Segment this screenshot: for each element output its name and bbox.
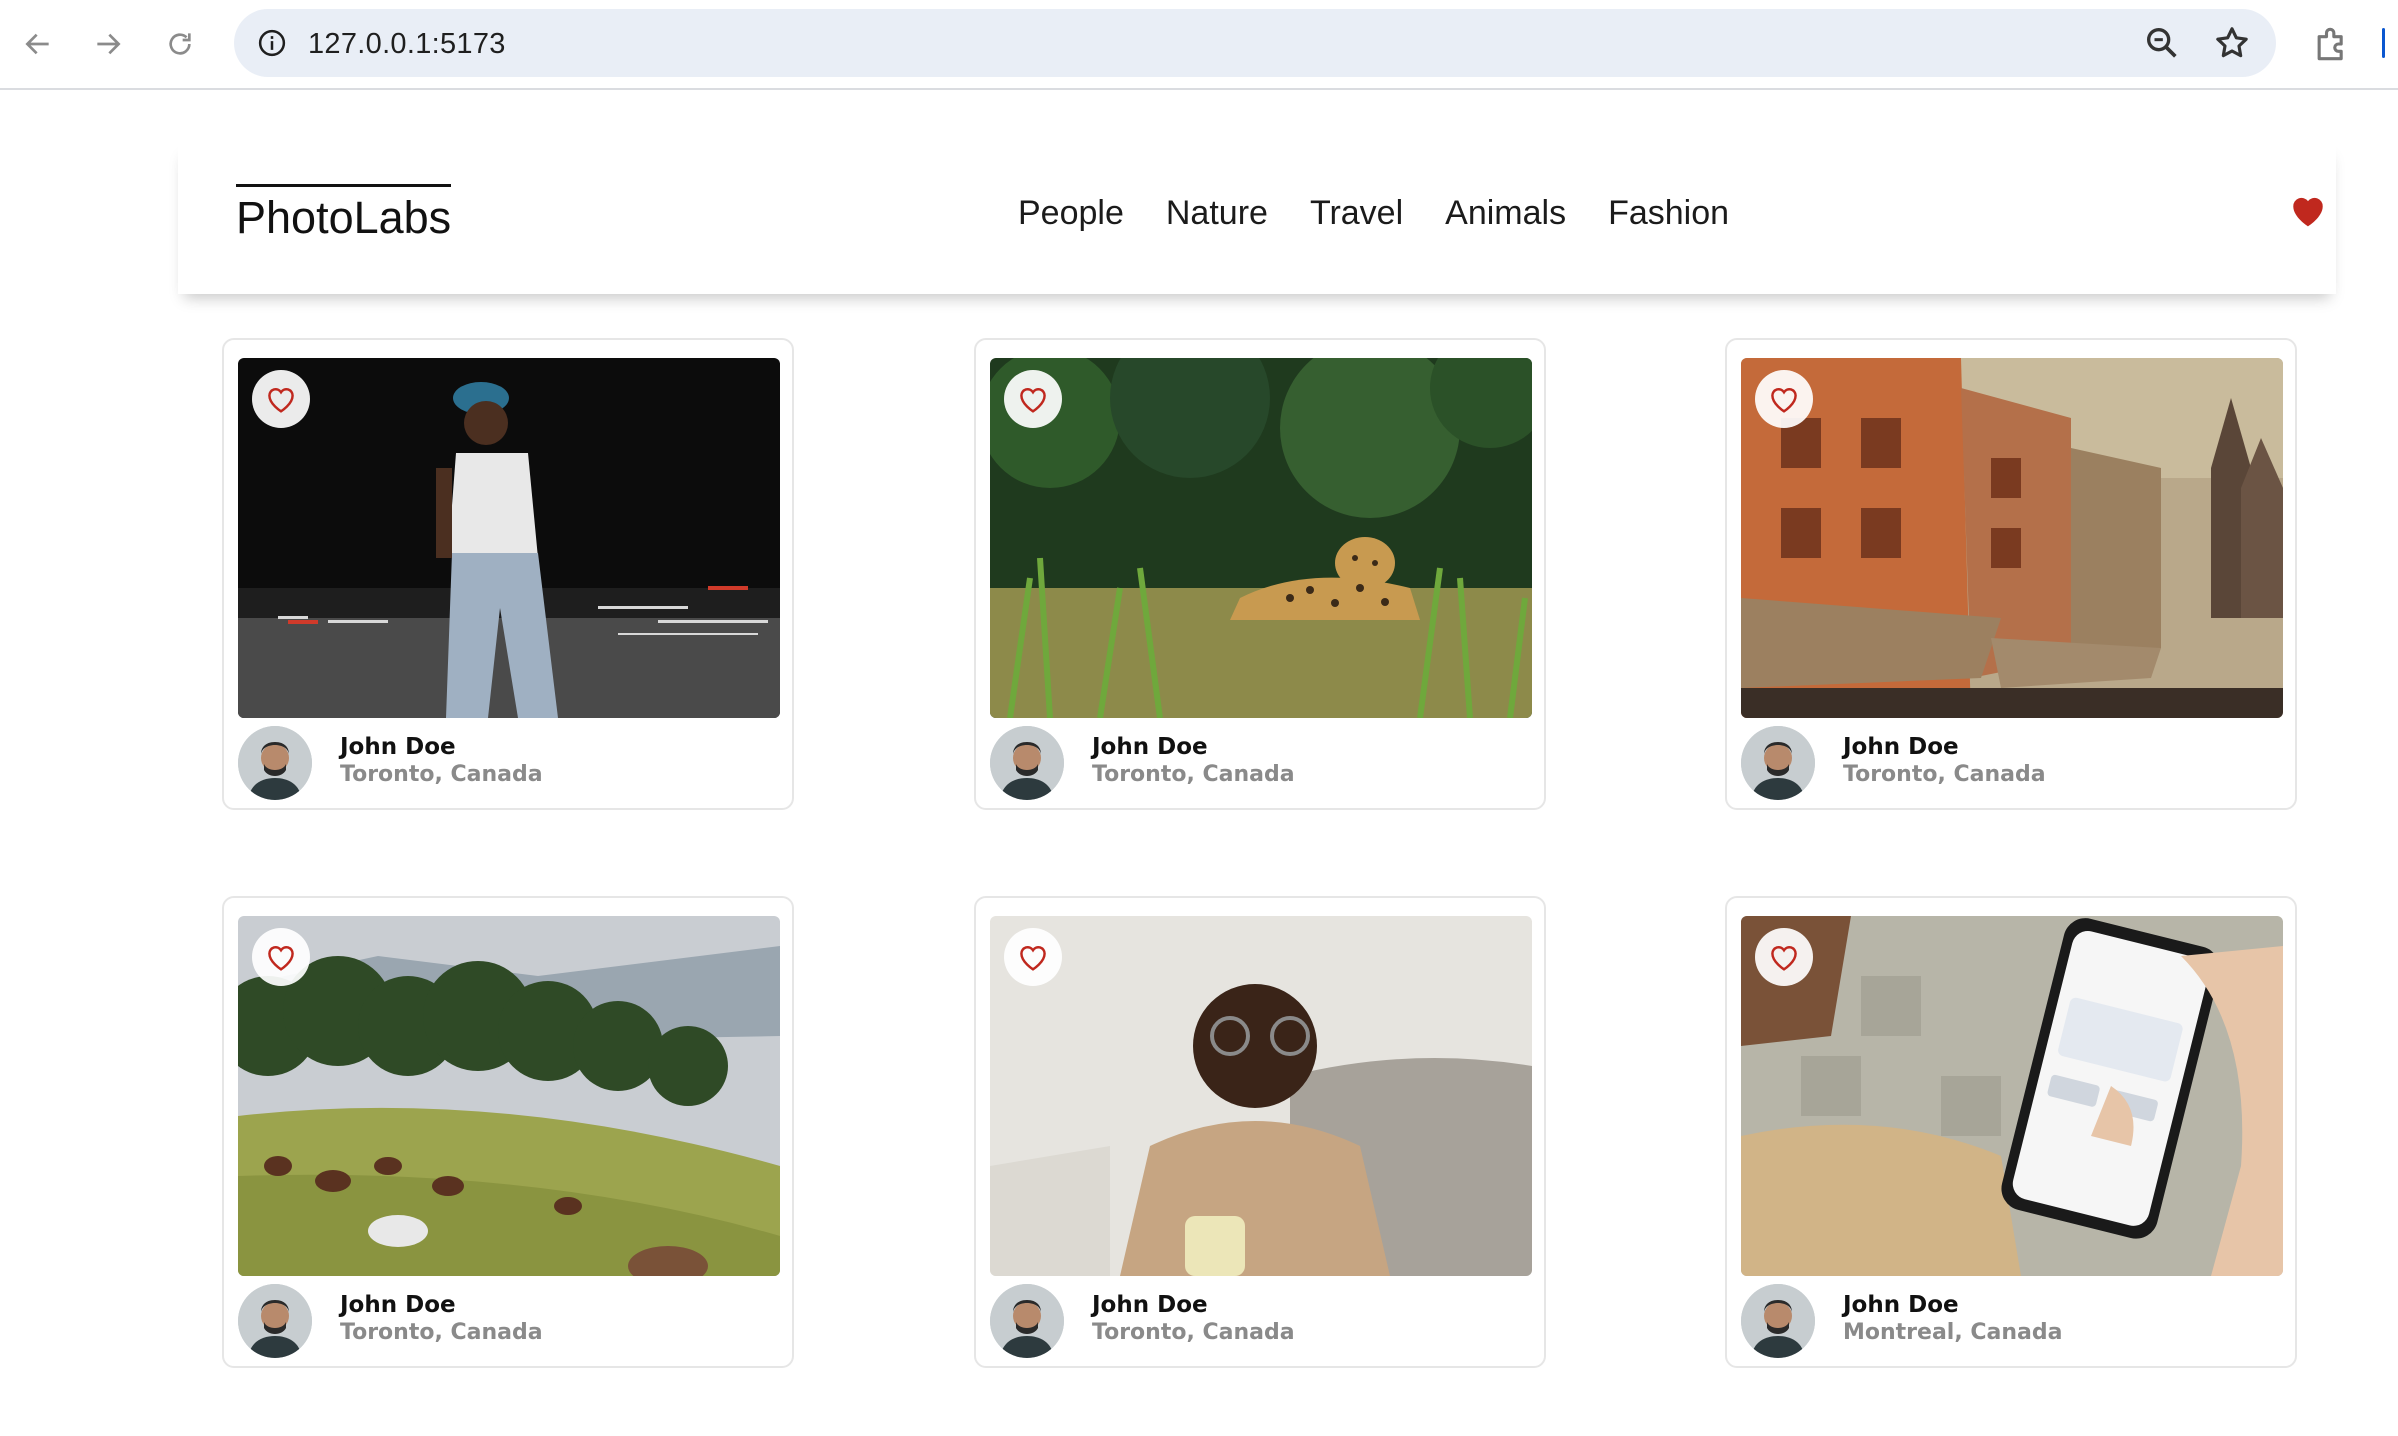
photo-image[interactable] [990,916,1532,1276]
back-button[interactable] [14,20,62,68]
app-logo[interactable]: PhotoLabs [236,184,452,243]
heart-outline-icon [1020,946,1046,971]
reload-button[interactable] [156,20,204,68]
user-name: John Doe [1092,734,1208,760]
user-name: John Doe [1843,1292,1959,1318]
like-button[interactable] [1004,928,1062,986]
photo-card[interactable]: John Doe Toronto, Canada [974,896,1546,1368]
favorites-heart-icon[interactable] [2288,192,2328,228]
like-button[interactable] [1755,370,1813,428]
photo-card[interactable]: John Doe Toronto, Canada [222,896,794,1368]
site-info-icon[interactable] [250,21,294,65]
photo-image[interactable] [1741,916,2283,1276]
topic-list: People Nature Travel Animals Fashion [1018,194,1729,233]
heart-outline-icon [268,388,294,413]
user-name: John Doe [1092,1292,1208,1318]
zoom-icon[interactable] [2142,23,2182,63]
topic-travel[interactable]: Travel [1310,194,1403,233]
photo-card[interactable]: John Doe Toronto, Canada [1725,338,2297,810]
topic-fashion[interactable]: Fashion [1608,194,1729,233]
like-button[interactable] [252,928,310,986]
topic-nature[interactable]: Nature [1166,194,1268,233]
photo-image[interactable] [990,358,1532,718]
user-location: Toronto, Canada [1092,762,1295,787]
heart-outline-icon [1020,388,1046,413]
user-name: John Doe [340,1292,456,1318]
avatar [990,1284,1064,1358]
avatar [238,726,312,800]
url-text[interactable]: 127.0.0.1:5173 [308,28,506,61]
bookmark-star-icon[interactable] [2212,23,2252,63]
photo-card[interactable]: John Doe Toronto, Canada [974,338,1546,810]
like-button[interactable] [1004,370,1062,428]
like-button[interactable] [252,370,310,428]
user-location: Montreal, Canada [1843,1320,2063,1345]
top-navigation-bar: PhotoLabs People Nature Travel Animals F… [178,142,2336,294]
photo-card[interactable]: John Doe Montreal, Canada [1725,896,2297,1368]
extensions-icon[interactable] [2310,22,2354,66]
user-location: Toronto, Canada [1092,1320,1295,1345]
user-location: Toronto, Canada [340,762,543,787]
avatar [1741,726,1815,800]
topic-people[interactable]: People [1018,194,1124,233]
sidepanel-indicator [2382,28,2385,58]
reload-icon [169,33,191,55]
address-bar[interactable]: 127.0.0.1:5173 [234,9,2276,77]
user-name: John Doe [1843,734,1959,760]
user-location: Toronto, Canada [340,1320,543,1345]
photo-card[interactable]: John Doe Toronto, Canada [222,338,794,810]
photo-image[interactable] [238,916,780,1276]
like-button[interactable] [1755,928,1813,986]
heart-outline-icon [1771,946,1797,971]
back-icon [25,33,49,55]
forward-icon [97,33,121,55]
heart-outline-icon [268,946,294,971]
avatar [238,1284,312,1358]
topic-animals[interactable]: Animals [1445,194,1566,233]
photo-image[interactable] [238,358,780,718]
user-name: John Doe [340,734,456,760]
forward-button[interactable] [84,20,132,68]
avatar [990,726,1064,800]
photo-image[interactable] [1741,358,2283,718]
heart-outline-icon [1771,388,1797,413]
user-location: Toronto, Canada [1843,762,2046,787]
avatar [1741,1284,1815,1358]
browser-toolbar: 127.0.0.1:5173 [0,0,2398,90]
